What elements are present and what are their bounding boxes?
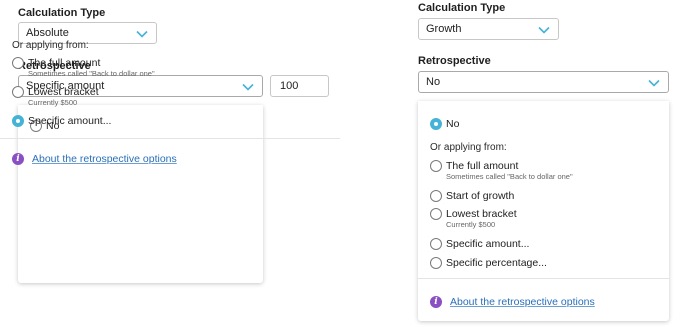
radio-icon [430, 190, 442, 202]
retrospective-value: No [426, 76, 441, 88]
option-specific-amount[interactable]: Specific amount... [430, 238, 529, 250]
option-full-amount[interactable]: The full amount Sometimes called "Back t… [12, 57, 155, 78]
retrospective-dropdown-menu: No [18, 105, 263, 283]
radio-icon [430, 257, 442, 269]
option-label: Specific percentage... [446, 257, 547, 269]
radio-icon [430, 160, 442, 172]
divider [418, 278, 669, 279]
option-sublabel: Sometimes called "Back to dollar one" [446, 172, 573, 181]
option-label: Specific amount... [28, 115, 112, 127]
radio-selected-icon [12, 115, 24, 127]
or-applying-from-label: Or applying from: [12, 40, 89, 51]
divider [0, 138, 340, 139]
about-retrospective-row: i About the retrospective options [12, 153, 177, 165]
info-icon: i [12, 153, 24, 165]
about-retrospective-row: i About the retrospective options [430, 296, 595, 308]
retrospective-select[interactable]: No [418, 71, 669, 93]
option-sublabel: Currently $500 [28, 98, 78, 107]
retrospective-dropdown-menu: No Or applying from: The full amount Som… [418, 101, 669, 321]
option-full-amount[interactable]: The full amount Sometimes called "Back t… [430, 160, 573, 181]
amount-input[interactable]: 100 [270, 75, 329, 97]
about-retrospective-link[interactable]: About the retrospective options [450, 296, 595, 308]
info-icon: i [430, 296, 442, 308]
chevron-down-icon [648, 79, 660, 87]
option-label: No [446, 118, 460, 130]
option-specific-percentage[interactable]: Specific percentage... [430, 257, 547, 269]
option-no[interactable]: No [430, 118, 459, 130]
chevron-down-icon [136, 30, 148, 38]
radio-icon [430, 208, 442, 220]
chevron-down-icon [538, 26, 550, 34]
retrospective-label: Retrospective [418, 55, 491, 67]
radio-icon [12, 57, 24, 69]
radio-icon [430, 238, 442, 250]
option-start-of-growth[interactable]: Start of growth [430, 190, 514, 202]
calculation-type-value: Absolute [26, 27, 69, 39]
calculation-type-select[interactable]: Growth [418, 18, 559, 40]
option-label: The full amount [28, 57, 101, 69]
option-sublabel: Sometimes called "Back to dollar one" [28, 69, 155, 78]
option-specific-amount[interactable]: Specific amount... [12, 115, 111, 127]
calculation-type-value: Growth [426, 23, 462, 35]
option-label: Lowest bracket [446, 208, 517, 220]
option-sublabel: Currently $500 [446, 220, 496, 229]
option-label: The full amount [446, 160, 519, 172]
radio-selected-icon [430, 118, 442, 130]
amount-input-value: 100 [280, 80, 299, 92]
radio-icon [12, 86, 24, 98]
option-lowest-bracket[interactable]: Lowest bracket Currently $500 [12, 86, 99, 107]
or-applying-from-label: Or applying from: [430, 142, 507, 153]
calculation-type-label: Calculation Type [418, 2, 506, 14]
option-label: Specific amount... [446, 238, 530, 250]
option-label: Lowest bracket [28, 86, 99, 98]
chevron-down-icon [242, 83, 254, 91]
calculation-type-label: Calculation Type [18, 7, 106, 19]
option-lowest-bracket[interactable]: Lowest bracket Currently $500 [430, 208, 517, 229]
about-retrospective-link[interactable]: About the retrospective options [32, 153, 177, 165]
option-label: Start of growth [446, 190, 515, 202]
